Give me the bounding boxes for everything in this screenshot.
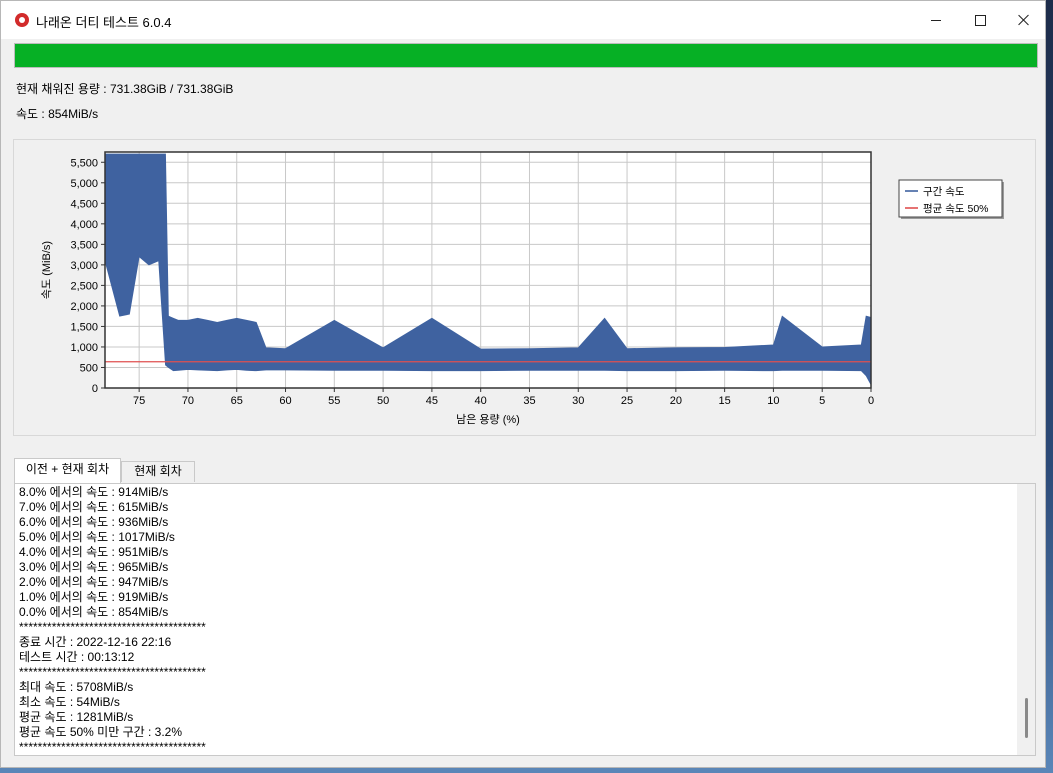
log-line: 평균 속도 : 1281MiB/s: [19, 710, 134, 724]
y-tick-label: 500: [80, 362, 98, 374]
x-tick-label: 30: [572, 395, 584, 407]
y-tick-label: 2,000: [70, 301, 98, 313]
log-line: 4.0% 에서의 속도 : 951MiB/s: [19, 545, 169, 559]
y-tick-label: 4,500: [70, 198, 98, 210]
y-axis-label: 속도 (MiB/s): [40, 241, 53, 299]
log-textbox[interactable]: 8.0% 에서의 속도 : 914MiB/s 7.0% 에서의 속도 : 615M…: [14, 483, 1036, 756]
scrollbar-thumb[interactable]: [1025, 698, 1028, 738]
title-bar[interactable]: 나래온 더티 테스트 6.0.4: [1, 1, 1045, 39]
x-tick-label: 15: [719, 395, 731, 407]
close-button[interactable]: [1001, 1, 1045, 39]
x-tick-label: 55: [328, 395, 340, 407]
speed-chart-panel: 75 70 65 60 55 50 45 40 35 30 25 20 15 10 5 0 0 500 1,000 1…: [13, 139, 1036, 436]
log-line: 6.0% 에서의 속도 : 936MiB/s: [19, 515, 169, 529]
tab-all-rounds[interactable]: 이전 + 현재 회차: [14, 458, 121, 483]
x-tick-label: 75: [133, 395, 145, 407]
tab-current-round[interactable]: 현재 회차: [121, 461, 195, 482]
y-tick-label: 1,000: [70, 342, 98, 354]
y-tick-label: 3,000: [70, 260, 98, 272]
filled-capacity-text: 현재 채워진 용량 : 731.38GiB / 731.38GiB: [16, 82, 234, 96]
x-tick-label: 45: [426, 395, 438, 407]
x-tick-label: 0: [868, 395, 874, 407]
log-line: 2.0% 에서의 속도 : 947MiB/s: [19, 575, 169, 589]
log-line: 최대 속도 : 5708MiB/s: [19, 680, 134, 694]
log-lines: 8.0% 에서의 속도 : 914MiB/s 7.0% 에서의 속도 : 615M…: [19, 485, 206, 755]
x-tick-label: 5: [819, 395, 825, 407]
current-speed-text: 속도 : 854MiB/s: [16, 107, 99, 121]
app-window: 나래온 더티 테스트 6.0.4 현재 채워진 용량 : 731.38GiB /…: [0, 0, 1046, 768]
log-line: 8.0% 에서의 속도 : 914MiB/s: [19, 485, 169, 499]
y-tick-label: 5,000: [70, 178, 98, 190]
x-tick-label: 20: [670, 395, 682, 407]
app-logo-icon: [15, 13, 29, 27]
log-line: ****************************************: [19, 665, 206, 679]
x-tick-label: 60: [279, 395, 291, 407]
x-tick-label: 50: [377, 395, 389, 407]
y-tick-label: 3,500: [70, 239, 98, 251]
legend-label: 구간 속도: [923, 186, 965, 198]
log-line: 0.0% 에서의 속도 : 854MiB/s: [19, 605, 169, 619]
y-tick-label: 1,500: [70, 321, 98, 333]
minimize-button[interactable]: [913, 1, 959, 39]
log-line: 종료 시간 : 2022-12-16 22:16: [19, 635, 172, 649]
minimize-icon: [931, 19, 941, 21]
window-title: 나래온 더티 테스트 6.0.4: [36, 15, 172, 30]
y-tick-label: 0: [92, 383, 98, 395]
log-line: 1.0% 에서의 속도 : 919MiB/s: [19, 590, 169, 604]
x-axis-label: 남은 용량 (%): [456, 413, 520, 426]
maximize-button[interactable]: [957, 1, 1003, 39]
y-tick-label: 4,000: [70, 219, 98, 231]
log-line: ****************************************: [19, 620, 206, 634]
x-tick-label: 35: [523, 395, 535, 407]
log-line: 테스트 시간 : 00:13:12: [19, 650, 135, 664]
x-tick-label: 65: [231, 395, 243, 407]
x-tick-label: 40: [475, 395, 487, 407]
legend-label: 평균 속도 50%: [923, 203, 989, 215]
speed-chart: 75 70 65 60 55 50 45 40 35 30 25 20 15 10 5 005001,0001…: [40, 151, 1004, 426]
close-icon: [1018, 14, 1030, 26]
x-tick-label: 25: [621, 395, 633, 407]
maximize-icon: [974, 14, 986, 26]
log-line: 5.0% 에서의 속도 : 1017MiB/s: [19, 530, 175, 544]
log-line: 평균 속도 50% 미만 구간 : 3.2%: [19, 725, 183, 739]
log-line: 최소 속도 : 54MiB/s: [19, 695, 120, 709]
y-tick-label: 2,500: [70, 280, 98, 292]
fill-progress-bar: [14, 43, 1038, 68]
log-line: 3.0% 에서의 속도 : 965MiB/s: [19, 560, 169, 574]
x-tick-label: 70: [182, 395, 194, 407]
log-scrollbar[interactable]: [1017, 484, 1035, 755]
x-tick-label: 10: [767, 395, 779, 407]
log-line: 7.0% 에서의 속도 : 615MiB/s: [19, 500, 169, 514]
progress-fill: [15, 44, 1037, 67]
log-line: ****************************************: [19, 740, 206, 754]
y-tick-label: 5,500: [70, 157, 98, 169]
